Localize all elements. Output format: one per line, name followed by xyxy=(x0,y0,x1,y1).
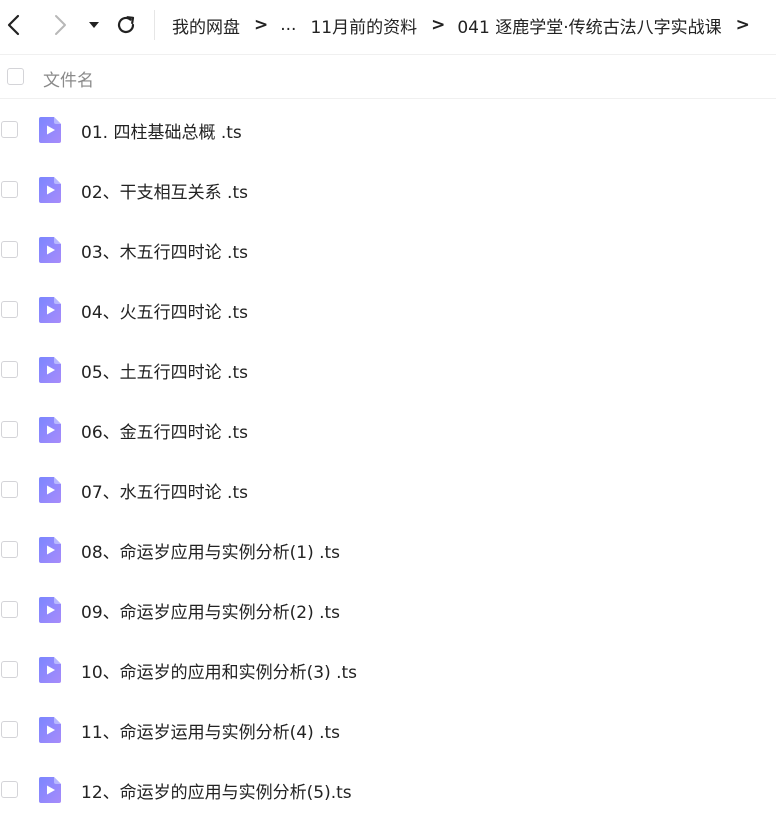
video-file-icon xyxy=(38,356,62,384)
file-checkbox[interactable] xyxy=(1,181,18,198)
chevron-left-icon xyxy=(7,14,20,36)
file-row[interactable]: 03、木五行四时论 .ts xyxy=(0,220,776,280)
file-row[interactable]: 08、命运岁应用与实例分析(1) .ts xyxy=(0,520,776,580)
video-file-icon xyxy=(38,116,62,144)
file-row[interactable]: 12、命运岁的应用与实例分析(5).ts xyxy=(0,760,776,820)
file-checkbox[interactable] xyxy=(1,601,18,618)
file-checkbox[interactable] xyxy=(1,481,18,498)
file-list: 01. 四柱基础总概 .ts 02、干支相互关系 .ts 03、木五行四时论 .ts… xyxy=(0,100,776,820)
file-row[interactable]: 09、命运岁应用与实例分析(2) .ts xyxy=(0,580,776,640)
history-dropdown-button[interactable] xyxy=(86,11,102,39)
file-row[interactable]: 10、命运岁的应用和实例分析(3) .ts xyxy=(0,640,776,700)
file-row[interactable]: 06、金五行四时论 .ts xyxy=(0,400,776,460)
chevron-right-icon xyxy=(55,15,66,35)
file-row[interactable]: 05、土五行四时论 .ts xyxy=(0,340,776,400)
file-checkbox[interactable] xyxy=(1,361,18,378)
file-name[interactable]: 06、金五行四时论 .ts xyxy=(81,418,248,443)
file-name[interactable]: 07、水五行四时论 .ts xyxy=(81,478,248,503)
video-file-icon xyxy=(38,536,62,564)
breadcrumb-item-current[interactable]: 041 逐鹿学堂·传统古法八字实战课 xyxy=(457,13,721,38)
breadcrumb-item-ellipsis[interactable]: ... xyxy=(280,15,296,35)
video-file-icon xyxy=(38,296,62,324)
file-name[interactable]: 08、命运岁应用与实例分析(1) .ts xyxy=(81,538,340,563)
file-checkbox[interactable] xyxy=(1,661,18,678)
file-row[interactable]: 02、干支相互关系 .ts xyxy=(0,160,776,220)
file-checkbox[interactable] xyxy=(1,241,18,258)
file-name[interactable]: 02、干支相互关系 .ts xyxy=(81,178,248,203)
file-name[interactable]: 03、木五行四时论 .ts xyxy=(81,238,248,263)
video-file-icon xyxy=(38,656,62,684)
file-name[interactable]: 11、命运岁运用与实例分析(4) .ts xyxy=(81,718,340,743)
video-file-icon xyxy=(38,716,62,744)
caret-down-icon xyxy=(89,22,99,28)
toolbar-divider xyxy=(154,10,155,40)
video-file-icon xyxy=(38,236,62,264)
refresh-button[interactable] xyxy=(112,11,140,39)
breadcrumb-item-root[interactable]: 我的网盘 xyxy=(172,13,240,38)
forward-button[interactable] xyxy=(46,11,74,39)
file-name[interactable]: 12、命运岁的应用与实例分析(5).ts xyxy=(81,778,352,803)
breadcrumb-separator: > xyxy=(254,15,269,35)
file-name[interactable]: 05、土五行四时论 .ts xyxy=(81,358,248,383)
back-button[interactable] xyxy=(0,11,28,39)
breadcrumb-separator: > xyxy=(735,15,750,35)
video-file-icon xyxy=(38,476,62,504)
file-row[interactable]: 04、火五行四时论 .ts xyxy=(0,280,776,340)
file-row[interactable]: 11、命运岁运用与实例分析(4) .ts xyxy=(0,700,776,760)
breadcrumb: 我的网盘 > ... 11月前的资料 > 041 逐鹿学堂·传统古法八字实战课 … xyxy=(172,12,762,38)
file-name[interactable]: 04、火五行四时论 .ts xyxy=(81,298,248,323)
file-checkbox[interactable] xyxy=(1,541,18,558)
file-row[interactable]: 01. 四柱基础总概 .ts xyxy=(0,100,776,160)
file-name[interactable]: 09、命运岁应用与实例分析(2) .ts xyxy=(81,598,340,623)
file-checkbox[interactable] xyxy=(1,121,18,138)
file-name[interactable]: 01. 四柱基础总概 .ts xyxy=(81,118,242,143)
video-file-icon xyxy=(38,176,62,204)
select-all-checkbox[interactable] xyxy=(7,68,24,85)
file-row[interactable]: 07、水五行四时论 .ts xyxy=(0,460,776,520)
breadcrumb-item-folder[interactable]: 11月前的资料 xyxy=(310,13,417,38)
file-checkbox[interactable] xyxy=(1,721,18,738)
video-file-icon xyxy=(38,596,62,624)
toolbar: 我的网盘 > ... 11月前的资料 > 041 逐鹿学堂·传统古法八字实战课 … xyxy=(0,0,776,50)
refresh-icon xyxy=(117,16,135,34)
file-checkbox[interactable] xyxy=(1,421,18,438)
file-name[interactable]: 10、命运岁的应用和实例分析(3) .ts xyxy=(81,658,357,683)
column-header-filename[interactable]: 文件名 xyxy=(43,66,94,91)
video-file-icon xyxy=(38,416,62,444)
breadcrumb-separator: > xyxy=(431,15,446,35)
file-list-header: 文件名 xyxy=(0,54,776,99)
video-file-icon xyxy=(38,776,62,804)
file-checkbox[interactable] xyxy=(1,301,18,318)
file-checkbox[interactable] xyxy=(1,781,18,798)
